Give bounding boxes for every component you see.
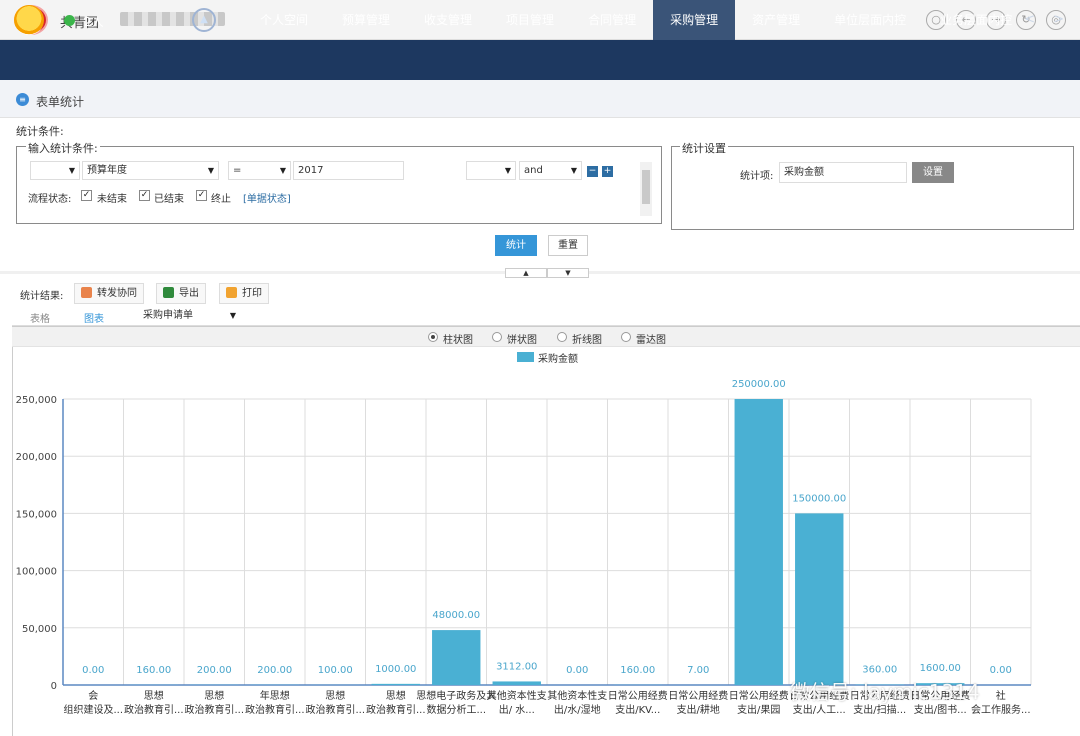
bar-value-label: 48000.00 xyxy=(432,610,480,621)
bar-value-label: 100.00 xyxy=(318,665,353,676)
bar-value-label: 1600.00 xyxy=(920,663,961,674)
bar-value-label: 160.00 xyxy=(136,665,171,676)
x-tick-label: 思想 xyxy=(144,689,164,702)
x-tick-label: 政治教育引... xyxy=(124,703,184,716)
x-tick-label: 政治教育引... xyxy=(305,703,365,716)
bar xyxy=(371,683,420,685)
x-tick-label: 政治教育引... xyxy=(366,703,426,716)
x-tick-label: 年思想 xyxy=(260,689,290,702)
x-tick-label: 政治教育引... xyxy=(184,703,244,716)
y-tick-label: 150,000 xyxy=(16,509,57,520)
x-tick-label: 思想 xyxy=(386,689,406,702)
bar-value-label: 0.00 xyxy=(990,665,1012,676)
bar xyxy=(734,399,783,685)
y-tick-label: 200,000 xyxy=(16,452,57,463)
bar-value-label: 160.00 xyxy=(620,665,655,676)
bar-value-label: 0.00 xyxy=(566,665,588,676)
watermark: 微信号: laymic1314 xyxy=(790,680,980,704)
bar-chart: 0 50,000 100,000 150,000 200,000 250,000 0.00 会… xyxy=(16,379,1032,716)
y-tick-label: 50,000 xyxy=(22,624,57,635)
x-tick-label: 支出/耕地 xyxy=(677,703,720,716)
bar-value-label: 360.00 xyxy=(862,665,897,676)
x-tick-label: 日常公用经费 xyxy=(668,689,728,702)
x-tick-label: 组织建设及... xyxy=(63,703,123,716)
bar-value-label: 7.00 xyxy=(687,665,709,676)
x-tick-label: 思想 xyxy=(325,689,345,702)
y-tick-label: 100,000 xyxy=(16,567,57,578)
bar-value-label: 250000.00 xyxy=(732,379,786,390)
x-tick-label: 会 xyxy=(88,689,98,702)
y-tick-label: 250,000 xyxy=(16,395,57,406)
bar-value-label: 150000.00 xyxy=(792,493,846,504)
x-tick-label: 日常公用经费 xyxy=(608,689,668,702)
bar-value-label: 0.00 xyxy=(82,665,104,676)
bar xyxy=(432,630,481,685)
bar-value-label: 200.00 xyxy=(257,665,292,676)
y-tick-label: 0 xyxy=(51,681,57,692)
bar-value-label: 1000.00 xyxy=(375,664,416,675)
x-tick-label: 出/ 水... xyxy=(499,703,535,716)
bar-value-label: 200.00 xyxy=(197,665,232,676)
x-tick-label: 支出/KV... xyxy=(615,703,660,716)
x-tick-label: 社 xyxy=(996,689,1006,702)
x-tick-label: 思想电子政务及大 xyxy=(416,689,496,702)
x-tick-label: 日常公用经费 xyxy=(729,689,789,702)
x-tick-label: 出/水/湿地 xyxy=(554,703,601,716)
bar xyxy=(492,681,541,685)
x-tick-label: 数据分析工... xyxy=(426,703,486,716)
x-tick-label: 政治教育引... xyxy=(245,703,305,716)
bar xyxy=(795,513,844,685)
x-tick-label: 其他资本性支 xyxy=(487,689,547,702)
x-tick-label: 思想 xyxy=(204,689,224,702)
x-tick-label: 支出/果园 xyxy=(737,703,780,716)
bar-value-label: 3112.00 xyxy=(496,661,537,672)
x-tick-label: 会工作服务... xyxy=(971,703,1031,716)
x-tick-label: 其他资本性支 xyxy=(547,689,607,702)
